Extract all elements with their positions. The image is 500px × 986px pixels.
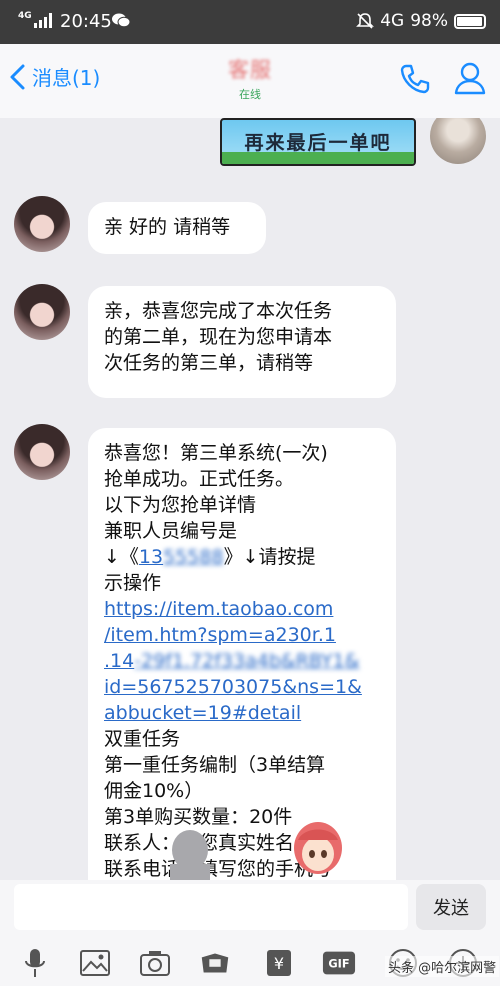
camera-icon[interactable] <box>138 946 172 980</box>
yuan-icon[interactable]: ¥ <box>262 946 296 980</box>
arrow-open: ↓《 <box>104 546 139 568</box>
message-text: 亲 好的 请稍等 <box>104 216 231 238</box>
message-line: 兼职人员编号是 <box>104 520 238 542</box>
contact-avatar[interactable] <box>14 196 70 252</box>
network-type-small: 4G <box>18 11 32 21</box>
network-type: 4G <box>380 11 405 31</box>
arrow-close: 》↓请按提 <box>223 546 316 568</box>
message-line: 佣金10%） <box>104 780 204 802</box>
silhouette-overlay-image <box>170 830 210 880</box>
message-line: 示操作 <box>104 572 162 594</box>
contact-name[interactable]: 客服 <box>150 54 350 84</box>
battery-percent: 98% <box>410 11 448 31</box>
message-line: 以下为您抢单详情 <box>104 494 257 516</box>
anime-character-overlay-image <box>294 822 342 874</box>
taobao-link-line[interactable]: .14-29f1.72f33a4b&RBY1& <box>104 648 380 674</box>
sticker-message[interactable]: 再来最后一单吧 <box>220 118 416 166</box>
my-avatar[interactable] <box>430 118 486 164</box>
employee-id-redacted: 55588 <box>163 546 224 568</box>
wechat-notification-icon <box>112 13 130 28</box>
sticker-text: 再来最后一单吧 <box>244 132 392 154</box>
message-line: 双重任务 <box>104 728 181 750</box>
clock: 20:45 <box>60 11 112 32</box>
send-button[interactable]: 发送 <box>416 884 486 930</box>
message-bubble[interactable]: 亲 好的 请稍等 <box>88 202 266 254</box>
online-status: 在线 <box>239 88 261 101</box>
chevron-left-icon <box>10 64 25 89</box>
gif-icon[interactable]: GIF <box>322 946 356 980</box>
message-line: 次任务的第三单，请稍等 <box>104 352 314 374</box>
message-bubble[interactable]: 恭喜您！第三单系统(一次) 抢单成功。正式任务。 以下为您抢单详情 兼职人员编号… <box>88 428 396 880</box>
status-right: 4G 98% <box>356 11 486 31</box>
hongbao-icon[interactable] <box>198 946 232 980</box>
chat-message-list[interactable]: 再来最后一单吧 亲 好的 请稍等 亲，恭喜您完成了本次任务 的第二单，现在为您申… <box>0 118 500 880</box>
battery-icon <box>454 13 486 29</box>
message-bubble[interactable]: 亲，恭喜您完成了本次任务 的第二单，现在为您申请本 次任务的第三单，请稍等 <box>88 286 396 398</box>
message-line: 恭喜您！第三单系统(一次) <box>104 442 328 464</box>
contact-avatar[interactable] <box>14 284 70 340</box>
watermark: 头条 @哈尔滨网警 <box>385 956 500 977</box>
message-input-bar: 发送 <box>0 880 500 936</box>
message-line: 抢单成功。正式任务。 <box>104 468 295 490</box>
chat-header: 消息(1) 客服 在线 <box>0 44 500 118</box>
taobao-link-line[interactable]: /item.htm?spm=a230r.1 <box>104 622 380 648</box>
back-label: 消息(1) <box>32 66 101 90</box>
image-icon[interactable] <box>78 946 112 980</box>
message-line: 亲，恭喜您完成了本次任务 <box>104 300 333 322</box>
taobao-link-line[interactable]: id=567525703075&ns=1& <box>104 674 380 700</box>
mute-bell-icon <box>356 13 375 29</box>
message-line: 第一重任务编制（3单结算 <box>104 754 326 776</box>
phone-call-icon[interactable] <box>398 62 432 96</box>
back-button[interactable]: 消息(1) <box>8 62 100 91</box>
status-bar: 4G 20:45 4G 98% <box>0 0 500 44</box>
signal-icon <box>34 13 52 28</box>
taobao-link-line[interactable]: https://item.taobao.com <box>104 596 380 622</box>
message-input[interactable] <box>14 884 408 930</box>
employee-id-link[interactable]: 13 <box>139 546 163 568</box>
contact-profile-icon[interactable] <box>452 60 488 96</box>
message-line: 的第二单，现在为您申请本 <box>104 326 333 348</box>
taobao-link-line[interactable]: abbucket=19#detail <box>104 700 380 726</box>
mic-icon[interactable] <box>18 946 52 980</box>
message-line: ↓《1355588》↓请按提 <box>104 544 380 570</box>
svg-text:¥: ¥ <box>274 954 284 973</box>
svg-text:GIF: GIF <box>328 957 349 971</box>
contact-avatar[interactable] <box>14 424 70 480</box>
